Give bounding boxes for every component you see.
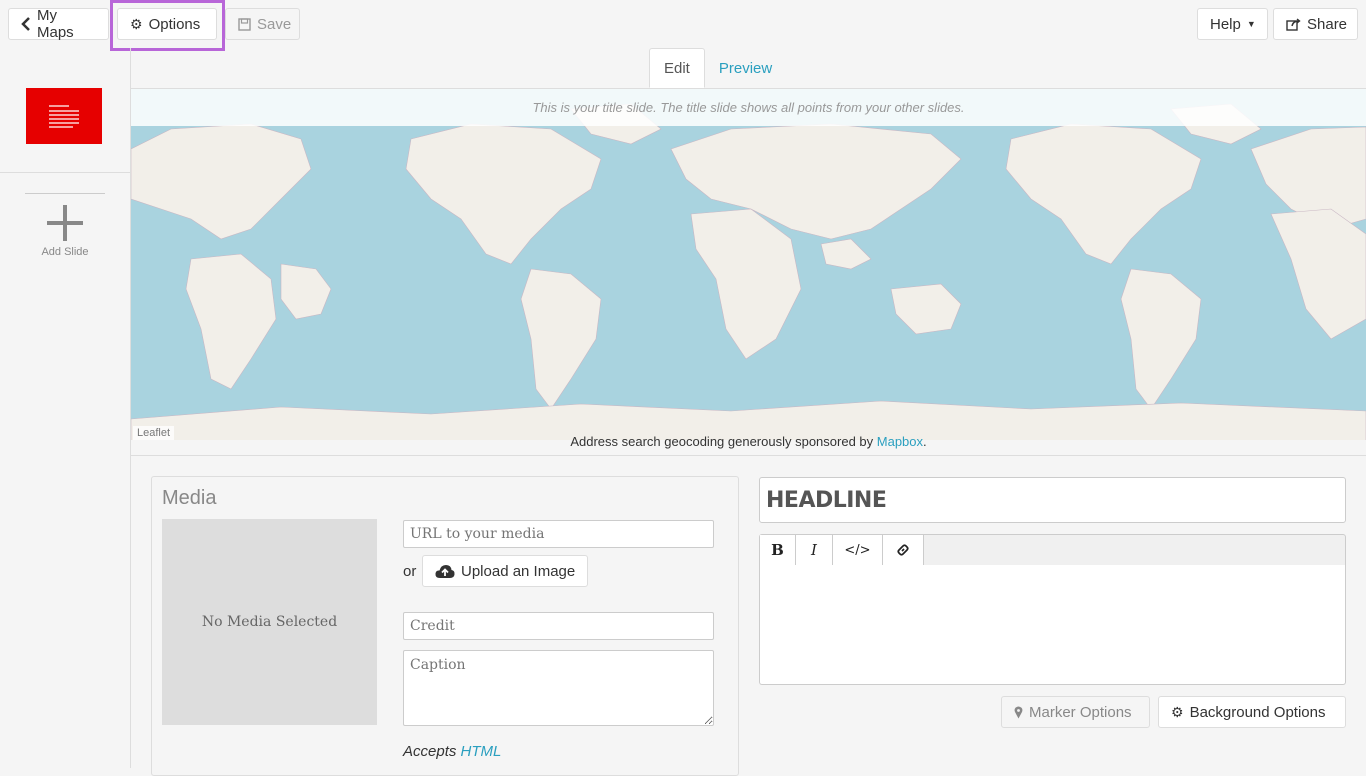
my-maps-button[interactable]: My Maps [8, 7, 109, 41]
title-slide-note: This is your title slide. The title slid… [131, 89, 1366, 126]
share-label: Share [1307, 15, 1348, 33]
marker-options-label: Marker Options [1029, 703, 1132, 721]
save-label: Save [257, 15, 292, 33]
world-map [131, 103, 1366, 440]
text-lines-icon [49, 105, 79, 128]
media-title: Media [162, 487, 217, 509]
link-button[interactable] [883, 535, 924, 565]
background-options-button[interactable]: ⚙ Background Options [1158, 696, 1346, 728]
add-slide-label: Add Slide [41, 246, 89, 258]
media-url-input[interactable] [403, 520, 714, 548]
link-icon [897, 544, 909, 556]
headline-input[interactable]: HEADLINE [759, 477, 1346, 523]
map-divider [131, 455, 1366, 456]
save-button[interactable]: Save [225, 8, 300, 40]
help-label: Help [1210, 15, 1241, 33]
html-link[interactable]: HTML [461, 743, 502, 760]
bold-button[interactable]: B [760, 535, 796, 565]
plus-icon [47, 205, 83, 241]
gear-icon: ⚙ [130, 15, 143, 32]
caption-textarea[interactable] [403, 650, 714, 726]
credit-input[interactable] [403, 612, 714, 640]
map-marker-icon [1014, 706, 1023, 718]
marker-options-button[interactable]: Marker Options [1001, 696, 1150, 728]
gear-icon: ⚙ [1171, 703, 1184, 720]
my-maps-label: My Maps [37, 7, 74, 41]
geocoding-note: Address search geocoding generously spon… [131, 434, 1366, 449]
accepts-text: Accepts [403, 743, 461, 760]
sidebar-divider [0, 172, 131, 173]
help-button[interactable]: Help ▼ [1197, 8, 1268, 40]
map-view[interactable]: This is your title slide. The title slid… [131, 88, 1366, 440]
cloud-upload-icon [435, 564, 455, 578]
tab-edit[interactable]: Edit [649, 48, 705, 88]
slide-sidebar: Add Slide [0, 48, 131, 768]
upload-image-button[interactable]: Upload an Image [422, 555, 589, 587]
no-media-label: No Media Selected [201, 614, 338, 630]
share-icon [1286, 17, 1301, 31]
add-slide-button[interactable]: Add Slide [25, 203, 105, 258]
accepts-html-note: Accepts HTML [403, 743, 501, 760]
upload-label: Upload an Image [461, 562, 576, 580]
or-label: or [403, 563, 417, 580]
text-editor-area[interactable] [759, 565, 1346, 685]
floppy-icon [238, 17, 251, 31]
geocoding-suffix: . [923, 434, 927, 449]
background-options-label: Background Options [1189, 703, 1326, 721]
options-button[interactable]: ⚙ Options [117, 8, 217, 40]
code-button[interactable]: </> [833, 535, 883, 565]
sidebar-divider [25, 193, 105, 194]
edit-preview-tabs: Edit Preview [649, 48, 786, 88]
tab-preview[interactable]: Preview [705, 48, 786, 88]
media-preview: No Media Selected [162, 519, 377, 725]
share-button[interactable]: Share [1273, 8, 1358, 40]
options-label: Options [148, 15, 201, 33]
geocoding-text: Address search geocoding generously spon… [570, 434, 877, 449]
mapbox-link[interactable]: Mapbox [877, 434, 923, 449]
chevron-left-icon [21, 17, 30, 31]
title-slide-thumbnail[interactable] [26, 88, 102, 144]
italic-button[interactable]: I [796, 535, 833, 565]
media-panel: Media No Media Selected or Upload an Ima… [151, 476, 739, 776]
editor-toolbar: B I </> [759, 534, 1346, 566]
caret-down-icon: ▼ [1246, 19, 1256, 29]
